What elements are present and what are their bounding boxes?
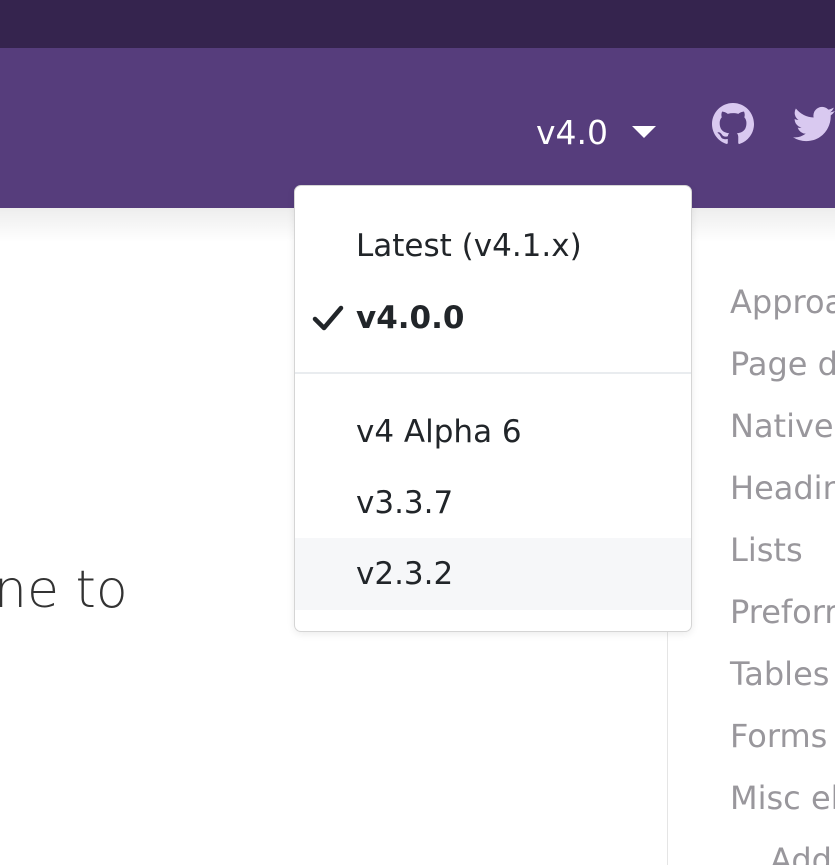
- hero-heading-fragment: ne to: [0, 560, 128, 620]
- dropdown-item-label: v4.0.0: [356, 300, 465, 336]
- toc-item-native-font[interactable]: Native: [730, 404, 835, 466]
- version-dropdown-toggle[interactable]: v4.0: [536, 110, 657, 154]
- toc-item-approach[interactable]: Approa: [730, 280, 835, 342]
- toc-item-headings[interactable]: Headin: [730, 466, 835, 528]
- checkmark-icon: [312, 305, 344, 331]
- toc-item-page-defaults[interactable]: Page d: [730, 342, 835, 404]
- dropdown-item-label: Latest (v4.1.x): [356, 228, 582, 264]
- browser-top-strip: [0, 0, 835, 48]
- version-dropdown-menu: Latest (v4.1.x) v4.0.0 v4 Alpha 6 v3.3.7…: [294, 185, 692, 632]
- dropdown-item-v3-3-7[interactable]: v3.3.7: [295, 467, 691, 539]
- dropdown-item-label: v3.3.7: [356, 485, 454, 521]
- dropdown-item-label: v2.3.2: [356, 556, 454, 592]
- version-label: v4.0: [536, 112, 609, 152]
- caret-down-icon: [632, 126, 657, 138]
- dropdown-item-label: v4 Alpha 6: [356, 414, 522, 450]
- twitter-icon[interactable]: [793, 103, 835, 145]
- toc-item-forms[interactable]: Forms: [730, 714, 835, 776]
- dropdown-item-v4-alpha-6[interactable]: v4 Alpha 6: [295, 396, 691, 468]
- dropdown-divider: [295, 372, 691, 374]
- dropdown-item-latest[interactable]: Latest (v4.1.x): [295, 210, 691, 282]
- github-icon[interactable]: [712, 103, 754, 145]
- toc-item-tables[interactable]: Tables: [730, 652, 835, 714]
- dropdown-item-v4-0-0[interactable]: v4.0.0: [295, 282, 691, 354]
- dropdown-item-v2-3-2[interactable]: v2.3.2: [295, 538, 691, 610]
- toc-item-lists[interactable]: Lists: [730, 528, 835, 590]
- toc-item-misc-elements[interactable]: Misc el: [730, 776, 835, 838]
- toc-item-preformatted[interactable]: Preforr: [730, 590, 835, 652]
- toc-item-address[interactable]: Add: [730, 838, 835, 865]
- table-of-contents: Approa Page d Native Headin Lists Prefor…: [730, 280, 835, 865]
- site-navbar: [0, 48, 835, 208]
- docs-page: v4.0 ne to Approa Page d Native Headin L…: [0, 0, 835, 865]
